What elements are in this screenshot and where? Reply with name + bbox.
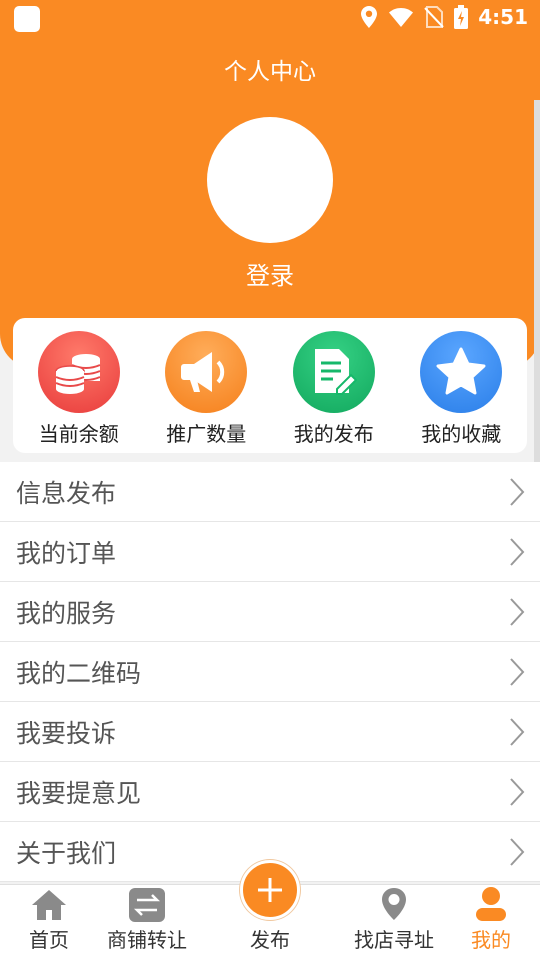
- no-sim-icon: [424, 6, 444, 28]
- tab-mine[interactable]: 我的: [458, 885, 524, 960]
- status-time: 4:51: [478, 5, 528, 29]
- transfer-icon: [129, 888, 165, 922]
- menu-item-label: 我要提意见: [16, 778, 142, 808]
- battery-icon: [454, 5, 469, 29]
- chevron-right-icon: [510, 777, 525, 806]
- tab-label: 找店寻址: [354, 928, 434, 952]
- wifi-icon: [389, 8, 414, 27]
- tab-shop-transfer[interactable]: 商铺转让: [100, 885, 194, 960]
- app-notification-icon: [14, 6, 40, 32]
- menu-item-label: 我要投诉: [16, 718, 117, 748]
- document-edit-icon: [292, 331, 375, 413]
- chevron-right-icon: [510, 477, 525, 506]
- menu-item-label: 信息发布: [16, 478, 117, 508]
- tab-label: 我的: [471, 928, 511, 952]
- location-icon: [361, 6, 378, 28]
- quick-actions-card: 当前余额 推广数量 我的发布 我的收藏: [13, 318, 527, 453]
- publish-button[interactable]: [240, 860, 300, 920]
- menu-item-info-publish[interactable]: 信息发布: [0, 462, 540, 522]
- menu-item-label: 我的服务: [16, 598, 117, 628]
- chevron-right-icon: [510, 657, 525, 686]
- user-icon: [476, 887, 506, 921]
- star-icon: [420, 331, 503, 413]
- quick-action-balance[interactable]: 当前余额: [19, 318, 139, 453]
- chevron-right-icon: [510, 837, 525, 866]
- quick-action-my-posts[interactable]: 我的发布: [274, 318, 394, 453]
- home-icon: [32, 890, 66, 920]
- quick-action-label: 我的发布: [293, 422, 374, 446]
- page-title: 个人中心: [224, 59, 316, 85]
- quick-action-label: 我的收藏: [421, 422, 502, 446]
- avatar[interactable]: [207, 117, 333, 243]
- quick-action-favorites[interactable]: 我的收藏: [401, 318, 521, 453]
- plus-icon: [258, 878, 282, 902]
- quick-action-promotion[interactable]: 推广数量: [146, 318, 266, 453]
- location-pin-icon: [382, 888, 406, 920]
- menu-item-orders[interactable]: 我的订单: [0, 522, 540, 582]
- menu-item-qrcode[interactable]: 我的二维码: [0, 642, 540, 702]
- status-bar: 4:51: [0, 0, 540, 36]
- tab-label: 发布: [250, 928, 290, 952]
- menu-item-feedback[interactable]: 我要提意见: [0, 762, 540, 822]
- quick-action-label: 当前余额: [38, 422, 119, 446]
- menu-item-label: 我的二维码: [16, 658, 142, 688]
- megaphone-icon: [165, 331, 248, 413]
- login-button[interactable]: 登录: [0, 256, 540, 291]
- tab-home[interactable]: 首页: [14, 885, 84, 960]
- tab-label: 商铺转让: [107, 928, 187, 952]
- chevron-right-icon: [510, 537, 525, 566]
- menu-item-services[interactable]: 我的服务: [0, 582, 540, 642]
- tab-label: 首页: [29, 928, 69, 952]
- menu-list: 信息发布 我的订单 我的服务 我的二维码 我要投诉 我要提意见 关于我们: [0, 462, 540, 882]
- menu-item-label: 我的订单: [16, 538, 117, 568]
- tab-find-shop[interactable]: 找店寻址: [346, 885, 442, 960]
- menu-item-complaint[interactable]: 我要投诉: [0, 702, 540, 762]
- coins-icon: [37, 331, 120, 413]
- menu-item-label: 关于我们: [16, 838, 117, 868]
- quick-action-label: 推广数量: [166, 422, 247, 446]
- chevron-right-icon: [510, 597, 525, 626]
- chevron-right-icon: [510, 717, 525, 746]
